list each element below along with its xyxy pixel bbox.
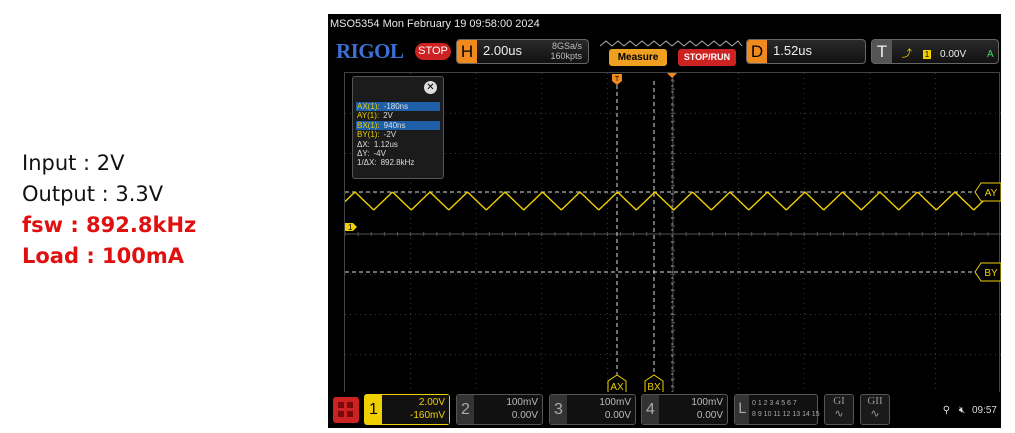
oscilloscope-screen: MSO5354 Mon February 19 09:58:00 2024 RI… bbox=[328, 14, 1001, 428]
close-icon[interactable]: ✕ bbox=[424, 81, 437, 94]
delay-panel[interactable]: D 1.52us bbox=[746, 39, 866, 64]
cursor-readout-value: -2V bbox=[383, 130, 397, 140]
speaker-muted-icon[interactable]: 🔇︎ bbox=[959, 405, 965, 416]
cursor-readout-key: ΔY: bbox=[357, 149, 370, 159]
channel-4-number: 4 bbox=[642, 395, 659, 424]
channel-1-number: 1 bbox=[365, 395, 382, 424]
scope-top-bar: RIGOL STOP H 2.00us 8GSa/s 160kpts Measu… bbox=[328, 36, 1001, 66]
acquisition-info: 8GSa/s 160kpts bbox=[550, 41, 582, 61]
channel-2-scale: 100mV bbox=[506, 397, 538, 408]
stop-run-button[interactable]: STOP/RUN bbox=[678, 49, 736, 66]
cursor-readout-key: AY(1): bbox=[357, 111, 380, 121]
menu-grid-icon[interactable] bbox=[333, 397, 359, 423]
cursor-ay-tag[interactable]: AY bbox=[974, 182, 1001, 202]
rigol-logo: RIGOL bbox=[336, 39, 404, 63]
load-current-note: Load : 100mA bbox=[22, 244, 185, 268]
cursor-bx-tag[interactable]: BX bbox=[644, 374, 664, 394]
channel-3-offset: 0.00V bbox=[604, 410, 631, 421]
cursor-by-tag[interactable]: BY bbox=[974, 262, 1001, 282]
horizontal-panel[interactable]: H 2.00us 8GSa/s 160kpts bbox=[456, 39, 589, 64]
cursor-readout-key: AX(1): bbox=[357, 102, 380, 111]
channel-bar: 1 2.00V -160mV 2 100mV 0.00V 3 100mV 0.0… bbox=[328, 392, 1001, 428]
delay-value: 1.52us bbox=[773, 43, 813, 58]
cursor-readout-panel: ✕ AX(1): -180ns AY(1): 2V BX(1): 940ns BY(1): -… bbox=[352, 76, 444, 179]
channel-2-number: 2 bbox=[457, 395, 474, 424]
channel-1-marker-label: 1 bbox=[348, 223, 353, 232]
delay-key: D bbox=[747, 40, 767, 63]
annotation-text: Input : 2V Output : 3.3V fsw : 892.8kHz … bbox=[22, 148, 196, 272]
trigger-level: 0.00V bbox=[940, 49, 967, 60]
measure-button[interactable]: Measure bbox=[609, 49, 667, 66]
channel-1-panel[interactable]: 1 2.00V -160mV bbox=[364, 394, 450, 425]
horizontal-key: H bbox=[457, 40, 477, 63]
cursor-readout-row: BX(1): 940ns bbox=[356, 120, 440, 131]
la-bits-row1: 0 1 2 3 4 5 6 7 bbox=[752, 400, 797, 407]
generator-1-button[interactable]: GI ∿ bbox=[824, 394, 854, 425]
trigger-key: T bbox=[872, 40, 892, 63]
usb-icon: ⚲ bbox=[942, 405, 951, 416]
cursor-readout-row: ΔX: 1.12us bbox=[356, 140, 440, 149]
cursor-readout-rows: AX(1): -180ns AY(1): 2V BX(1): 940ns BY(1): -2V… bbox=[356, 102, 440, 168]
scope-title-bar: MSO5354 Mon February 19 09:58:00 2024 bbox=[328, 14, 1001, 34]
cursor-readout-value: 1.12us bbox=[373, 139, 398, 149]
channel-3-panel[interactable]: 3 100mV 0.00V bbox=[549, 394, 636, 425]
sine-icon: ∿ bbox=[834, 408, 844, 420]
memory-depth: 160kpts bbox=[550, 51, 582, 61]
cursor-readout-value: -4V bbox=[373, 149, 386, 159]
la-key: L bbox=[735, 395, 749, 424]
generator-2-label: GII bbox=[867, 395, 883, 407]
cursor-readout-key: BY(1): bbox=[357, 130, 380, 140]
sample-rate: 8GSa/s bbox=[551, 41, 582, 51]
channel-1-offset: -160mV bbox=[409, 410, 445, 421]
trigger-info: ⤴ 1 0.00V A bbox=[902, 45, 994, 60]
channel-4-scale: 100mV bbox=[691, 397, 723, 408]
channel-3-scale: 100mV bbox=[599, 397, 631, 408]
clock: 09:57 bbox=[971, 405, 997, 416]
waveform-overview-strip bbox=[599, 40, 743, 47]
system-tray: ⚲ 🔇︎ 09:57 bbox=[943, 405, 997, 416]
trigger-source: 1 bbox=[922, 50, 932, 59]
logic-analyzer-panel[interactable]: L 0 1 2 3 4 5 6 7 8 9 10 11 12 13 14 15 bbox=[734, 394, 820, 425]
cursor-ax-tag[interactable]: AX bbox=[607, 374, 627, 394]
run-status-badge: STOP bbox=[415, 43, 451, 60]
cursor-readout-row: AY(1): 2V bbox=[356, 111, 440, 120]
input-voltage-note: Input : 2V bbox=[22, 151, 125, 175]
channel-1-waveform bbox=[345, 191, 988, 211]
generator-1-label: GI bbox=[833, 395, 845, 407]
channel-2-panel[interactable]: 2 100mV 0.00V bbox=[456, 394, 543, 425]
channel-1-scale: 2.00V bbox=[418, 397, 445, 408]
rising-edge-icon: ⤴ bbox=[902, 49, 912, 60]
la-bits-row2: 8 9 10 11 12 13 14 15 bbox=[752, 411, 820, 418]
cursor-readout-row: AX(1): -180ns bbox=[356, 102, 440, 112]
timebase-value: 2.00us bbox=[483, 43, 523, 58]
generator-2-button[interactable]: GII ∿ bbox=[860, 394, 890, 425]
output-voltage-note: Output : 3.3V bbox=[22, 182, 164, 206]
channel-4-panel[interactable]: 4 100mV 0.00V bbox=[641, 394, 728, 425]
svg-text:BY: BY bbox=[984, 268, 998, 279]
svg-text:AY: AY bbox=[985, 188, 998, 199]
channel-2-offset: 0.00V bbox=[511, 410, 538, 421]
cursor-readout-row: 1/ΔX: 892.8kHz bbox=[356, 158, 440, 167]
channel-4-offset: 0.00V bbox=[696, 410, 723, 421]
sine-icon: ∿ bbox=[870, 408, 880, 420]
trigger-position-marker bbox=[667, 73, 677, 78]
cursor-readout-value: 2V bbox=[383, 111, 393, 121]
trigger-panel[interactable]: T ⤴ 1 0.00V A bbox=[871, 39, 999, 64]
cursor-readout-row: ΔY: -4V bbox=[356, 149, 440, 158]
cursor-readout-value: 892.8kHz bbox=[380, 158, 415, 168]
cursor-readout-value: -180ns bbox=[383, 102, 409, 111]
channel-3-number: 3 bbox=[550, 395, 567, 424]
cursor-readout-value: 940ns bbox=[383, 120, 406, 130]
cursor-readout-key: BX(1): bbox=[357, 120, 380, 130]
trigger-marker-label: T bbox=[615, 76, 620, 83]
trigger-mode: A bbox=[986, 49, 994, 60]
switching-frequency-note: fsw : 892.8kHz bbox=[22, 213, 197, 237]
cursor-readout-row: BY(1): -2V bbox=[356, 130, 440, 139]
cursor-readout-key: 1/ΔX: bbox=[357, 158, 377, 168]
cursor-readout-key: ΔX: bbox=[357, 139, 370, 149]
